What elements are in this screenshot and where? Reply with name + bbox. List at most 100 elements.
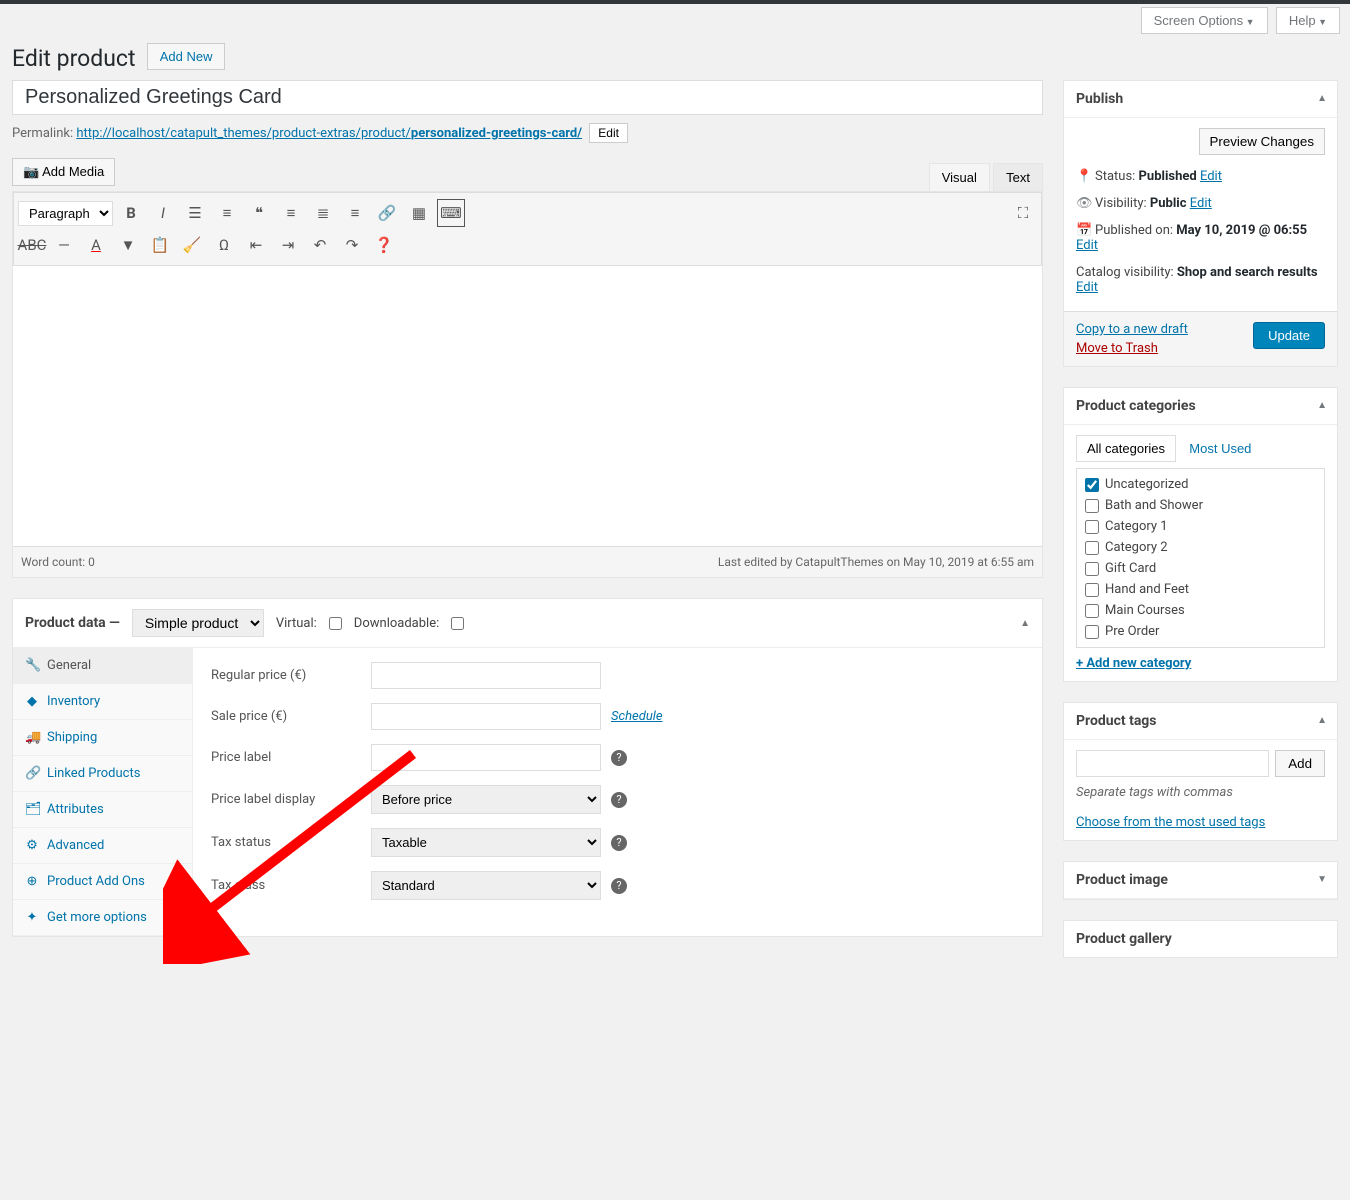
strike-icon[interactable]: ABC (18, 231, 46, 259)
product-title-input[interactable] (12, 80, 1043, 115)
category-item[interactable]: Category 1 (1082, 516, 1319, 537)
category-checkbox[interactable] (1085, 520, 1099, 534)
add-tag-button[interactable]: Add (1275, 750, 1325, 777)
category-item[interactable]: Pre Order (1082, 621, 1319, 642)
help-button[interactable]: Help (1276, 7, 1340, 34)
fullscreen-icon[interactable]: ⛶ (1009, 199, 1037, 227)
panel-toggle-icon[interactable]: ▲ (1317, 93, 1327, 104)
text-color-icon[interactable]: A (82, 231, 110, 259)
undo-icon[interactable]: ↶ (306, 231, 334, 259)
help-icon[interactable]: ? (611, 750, 627, 766)
outdent-icon[interactable]: ⇤ (242, 231, 270, 259)
add-media-button[interactable]: Add Media (12, 158, 115, 186)
tab-all-categories[interactable]: All categories (1076, 435, 1176, 462)
italic-icon[interactable]: I (149, 199, 177, 227)
tab-most-used[interactable]: Most Used (1179, 436, 1261, 461)
align-right-icon[interactable]: ≡ (341, 199, 369, 227)
help-icon[interactable]: ❓ (370, 231, 398, 259)
link-icon[interactable]: 🔗 (373, 199, 401, 227)
category-item[interactable]: Main Courses (1082, 600, 1319, 621)
product-data-tab-inventory[interactable]: ◆Inventory (13, 684, 192, 720)
category-checkbox[interactable] (1085, 604, 1099, 618)
help-icon[interactable]: ? (611, 835, 627, 851)
panel-toggle-icon[interactable]: ▲ (1317, 715, 1327, 726)
redo-icon[interactable]: ↷ (338, 231, 366, 259)
text-color-arrow-icon[interactable]: ▼ (114, 231, 142, 259)
move-trash-link[interactable]: Move to Trash (1076, 341, 1188, 356)
indent-icon[interactable]: ⇥ (274, 231, 302, 259)
downloadable-checkbox[interactable] (451, 617, 464, 630)
price-label-display-label: Price label display (211, 792, 361, 807)
category-checkbox[interactable] (1085, 625, 1099, 639)
product-data-tab-attributes[interactable]: 🗂Attributes (13, 792, 192, 828)
price-label-label: Price label (211, 750, 361, 765)
tab-label: Get more options (47, 910, 147, 925)
category-item[interactable]: Hand and Feet (1082, 579, 1319, 600)
price-label-display-select[interactable]: Before price (371, 785, 601, 814)
product-data-tab-linked-products[interactable]: 🔗Linked Products (13, 756, 192, 792)
category-item[interactable]: Gift Card (1082, 558, 1319, 579)
copy-draft-link[interactable]: Copy to a new draft (1076, 322, 1188, 337)
edit-catalog-link[interactable]: Edit (1076, 280, 1098, 295)
product-gallery-title: Product gallery (1076, 931, 1172, 947)
help-icon[interactable]: ? (611, 792, 627, 808)
product-data-tab-general[interactable]: 🔧General (13, 648, 192, 684)
toolbar-toggle-icon[interactable]: ⌨ (437, 199, 465, 227)
product-data-tab-product-add-ons[interactable]: ⊕Product Add Ons (13, 864, 192, 900)
choose-tags-link[interactable]: Choose from the most used tags (1076, 815, 1265, 830)
preview-changes-button[interactable]: Preview Changes (1199, 128, 1325, 155)
panel-toggle-icon[interactable]: ▲ (1020, 618, 1030, 629)
editor-tab-text[interactable]: Text (993, 163, 1043, 191)
number-list-icon[interactable]: ≡ (213, 199, 241, 227)
sale-price-input[interactable] (371, 703, 601, 730)
editor-tab-visual[interactable]: Visual (929, 163, 990, 191)
category-checkbox[interactable] (1085, 478, 1099, 492)
clear-icon[interactable]: 🧹 (178, 231, 206, 259)
bold-icon[interactable]: B (117, 199, 145, 227)
product-data-tab-shipping[interactable]: 🚚Shipping (13, 720, 192, 756)
category-item[interactable]: Bath and Shower (1082, 495, 1319, 516)
bullet-list-icon[interactable]: ☰ (181, 199, 209, 227)
price-label-input[interactable] (371, 744, 601, 771)
update-button[interactable]: Update (1253, 322, 1325, 349)
add-category-link[interactable]: + Add new category (1076, 656, 1325, 671)
tax-status-label: Tax status (211, 835, 361, 850)
hr-icon[interactable]: — (50, 231, 78, 259)
editor-content[interactable] (13, 266, 1042, 546)
category-item[interactable]: Uncategorized (1082, 474, 1319, 495)
edit-status-link[interactable]: Edit (1200, 169, 1222, 184)
regular-price-input[interactable] (371, 662, 601, 689)
product-type-select[interactable]: Simple product (132, 609, 264, 637)
category-checkbox[interactable] (1085, 583, 1099, 597)
product-data-tab-get-more-options[interactable]: ✦Get more options (13, 900, 192, 936)
align-left-icon[interactable]: ≡ (277, 199, 305, 227)
align-center-icon[interactable]: ≣ (309, 199, 337, 227)
format-select[interactable]: Paragraph (18, 201, 113, 226)
panel-toggle-icon[interactable]: ▲ (1317, 400, 1327, 411)
product-data-tab-advanced[interactable]: ⚙Advanced (13, 828, 192, 864)
edit-date-link[interactable]: Edit (1076, 238, 1098, 253)
category-item[interactable]: Category 2 (1082, 537, 1319, 558)
help-icon[interactable]: ? (611, 878, 627, 894)
panel-toggle-icon[interactable]: ▼ (1317, 874, 1327, 885)
category-checkbox[interactable] (1085, 541, 1099, 555)
permalink: Permalink: http://localhost/catapult_the… (12, 119, 1043, 153)
schedule-link[interactable]: Schedule (611, 709, 663, 724)
virtual-checkbox[interactable] (329, 617, 342, 630)
tags-input[interactable] (1076, 750, 1269, 777)
product-image-panel: Product image ▼ (1063, 861, 1338, 900)
paste-icon[interactable]: 📋 (146, 231, 174, 259)
tax-status-select[interactable]: Taxable (371, 828, 601, 857)
permalink-link[interactable]: http://localhost/catapult_themes/product… (76, 126, 582, 141)
special-char-icon[interactable]: Ω (210, 231, 238, 259)
screen-options-button[interactable]: Screen Options (1141, 7, 1268, 34)
tax-class-select[interactable]: Standard (371, 871, 601, 900)
edit-visibility-link[interactable]: Edit (1190, 196, 1212, 211)
tab-label: Inventory (47, 694, 100, 709)
quote-icon[interactable]: ❝ (245, 199, 273, 227)
more-icon[interactable]: ▦ (405, 199, 433, 227)
edit-permalink-button[interactable]: Edit (589, 123, 628, 143)
category-checkbox[interactable] (1085, 562, 1099, 576)
category-checkbox[interactable] (1085, 499, 1099, 513)
add-new-button[interactable]: Add New (147, 43, 226, 70)
